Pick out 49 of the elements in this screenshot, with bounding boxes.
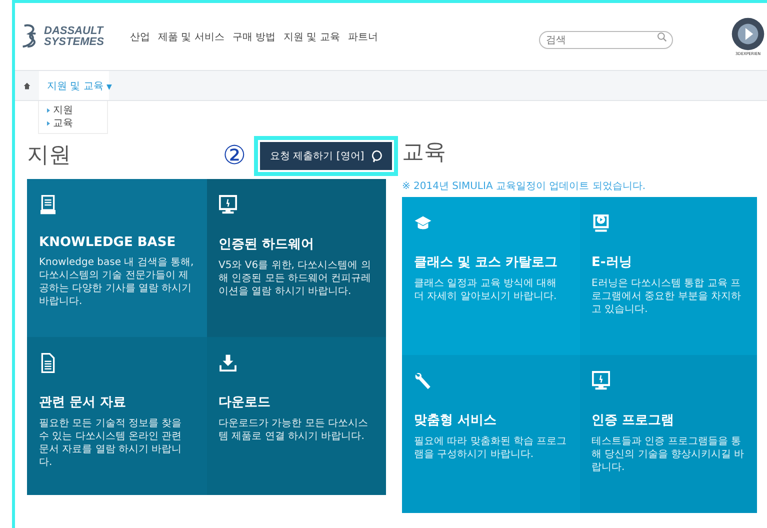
tile-description: 클래스 일정과 교육 방식에 대해 더 자세히 알아보시기 바랍니다. xyxy=(414,277,558,303)
tile-description: Knowledge base 내 검색을 통해, 다쏘시스템의 기술 전문가들이 제공하는 다양한 기사를 열람 하시기 바랍니다. xyxy=(39,256,194,308)
section-heading: 교육 xyxy=(402,139,447,167)
nav-link[interactable]: 구매 방법 xyxy=(232,30,276,44)
submit-request-button[interactable]: 요청 제출하기 [영어] xyxy=(260,142,392,170)
tile-description: 테스트들과 인증 프로그램들을 통해 당신의 기술을 향상시키시길 바랍니다. xyxy=(592,435,745,474)
search-icon xyxy=(657,32,667,42)
logo-text: DASSAULT xyxy=(44,26,104,36)
nav-link[interactable]: 제품 및 서비스 xyxy=(158,30,224,44)
book-icon xyxy=(39,195,57,215)
home-icon[interactable] xyxy=(23,82,31,90)
tile-description: E러닝은 다쏘시스템 통합 교육 프로그램에서 중요한 부분을 차지하고 있습니다. xyxy=(592,277,742,316)
tile[interactable]: 다운로드 다운로드가 가능한 모든 다쏘시스템 제품로 연결 하시기 바랍니다. xyxy=(206,337,386,495)
nav-link[interactable]: 파트너 xyxy=(348,30,378,44)
logo-text: SYSTEMES xyxy=(44,36,104,48)
tile-title: 맞춤형 서비스 xyxy=(414,412,497,429)
tile[interactable]: KNOWLEDGE BASE Knowledge base 내 검색을 통해, 다쏘시스템의 기술 전문가들이 제공하는 다양한 기사를 열람 하시기 바랍니다. xyxy=(27,179,206,337)
section-heading: 지원 xyxy=(27,142,71,170)
tile-title: KNOWLEDGE BASE xyxy=(39,235,176,250)
monitor-icon xyxy=(592,371,610,391)
tile-title: 인증 프로그램 xyxy=(592,412,674,429)
submenu-item[interactable]: 지원 xyxy=(47,104,99,117)
document-icon xyxy=(39,353,57,373)
nav-link[interactable]: 지원 및 교육 xyxy=(284,30,340,44)
play-monitor-icon xyxy=(592,213,610,233)
nav-link[interactable]: 산업 xyxy=(130,30,150,44)
monitor-icon xyxy=(218,195,236,215)
tile-description: 다운로드가 가능한 모든 다쏘시스템 제품로 연결 하시기 바랍니다. xyxy=(218,417,370,443)
submenu-item[interactable]: 교육 xyxy=(47,117,99,130)
tile-description: V5와 V6를 위한, 다쏘시스템에 의해 인증된 모든 하드웨어 컨피규레이션을 열람 하시기 바랍니다. xyxy=(218,259,372,298)
notice-text: ※ 2014년 SIMULIA 교육일정이 업데이트 되었습니다. xyxy=(402,180,647,193)
tile-title: 클래스 및 코스 카탈로그 xyxy=(414,254,558,271)
tile[interactable]: 관련 문서 자료 필요한 모든 기술적 정보를 찾을 수 있는 다쏘시스템 온라인 관련 문서 자료를 열람 하시기 바랍니다. xyxy=(27,337,206,495)
tile-description: 필요에 따라 맞춤화된 학습 프로그램을 구성하시기 바랍니다. xyxy=(414,435,568,461)
compass-icon[interactable] xyxy=(731,17,765,51)
tile[interactable]: 인증된 하드웨어 V5와 V6를 위한, 다쏘시스템에 의해 인증된 모든 하드웨어 컨피규레이션을 열람 하시기 바랍니다. xyxy=(206,179,386,337)
speech-bubble-icon xyxy=(371,150,382,162)
tile-title: E-러닝 xyxy=(592,254,632,271)
triangle-icon xyxy=(47,108,50,113)
tile-title: 다운로드 xyxy=(218,394,270,411)
download-icon xyxy=(218,353,236,373)
search-field[interactable]: 검색 xyxy=(539,31,673,49)
wrench-icon xyxy=(414,371,432,391)
tile-title: 인증된 하드웨어 xyxy=(218,236,314,253)
tile-description: 필요한 모든 기술적 정보를 찾을 수 있는 다쏘시스템 온라인 관련 문서 자료를 열람 하시기 바랍니다. xyxy=(39,417,183,469)
triangle-icon xyxy=(47,121,50,126)
tile-title: 관련 문서 자료 xyxy=(39,394,126,411)
callout-number: ② xyxy=(222,141,246,171)
tile[interactable]: 인증 프로그램 테스트들과 인증 프로그램들을 통해 당신의 기술을 향상시키시길 바랍니다. xyxy=(580,355,757,513)
